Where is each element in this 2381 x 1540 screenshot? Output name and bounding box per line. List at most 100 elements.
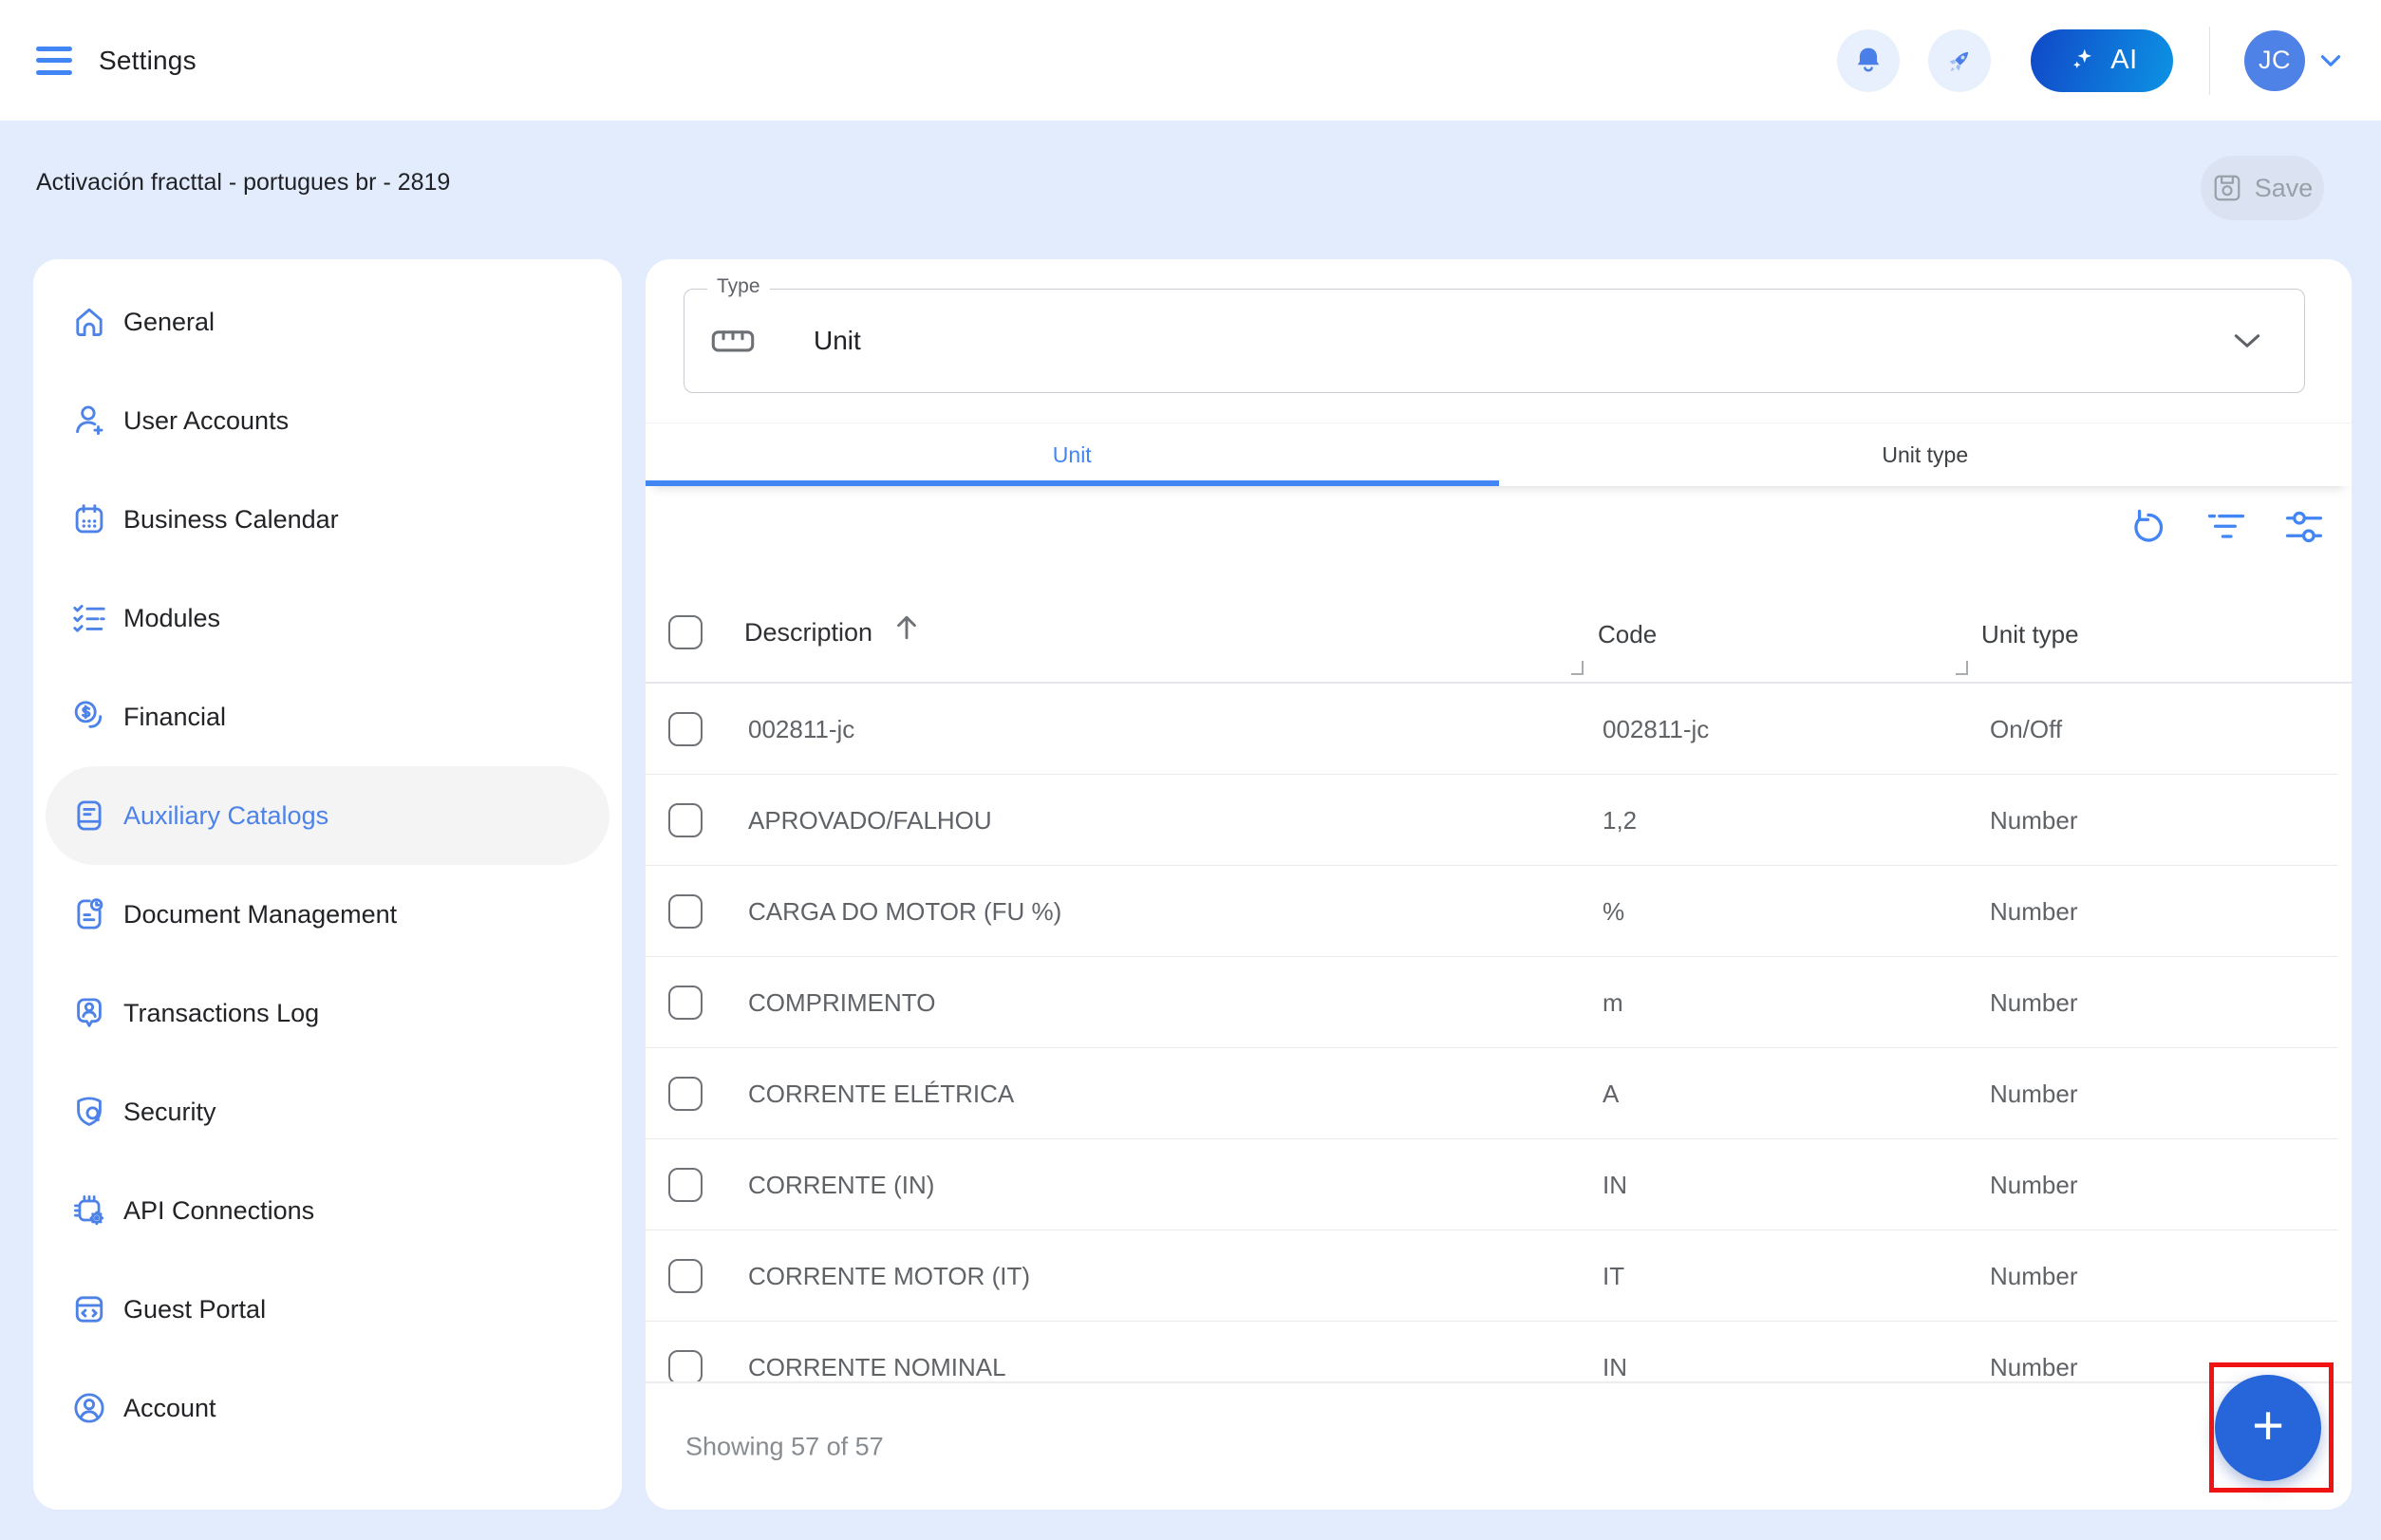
- sidebar-item-label: Modules: [123, 603, 221, 632]
- home-icon: [71, 304, 107, 340]
- column-header-description[interactable]: Description: [744, 618, 872, 648]
- sidebar-item-document-management[interactable]: Document Management: [46, 865, 609, 964]
- column-resize-handle[interactable]: [1571, 661, 1584, 675]
- sidebar-item-label: Transactions Log: [123, 998, 320, 1027]
- tab-unit-type[interactable]: Unit type: [1499, 423, 2353, 486]
- column-header-unit-type[interactable]: Unit type: [1981, 620, 2079, 649]
- row-checkbox[interactable]: [668, 1350, 703, 1381]
- table-row[interactable]: CARGA DO MOTOR (FU %) % Number: [646, 866, 2352, 957]
- tab-unit[interactable]: Unit: [646, 423, 1499, 486]
- sidebar-item-label: Account: [123, 1393, 216, 1422]
- sidebar-item-security[interactable]: Security: [46, 1062, 609, 1161]
- table-row[interactable]: APROVADO/FALHOU 1,2 Number: [646, 775, 2352, 866]
- page-title: Settings: [99, 45, 197, 75]
- cell-code: 1,2: [1603, 806, 1638, 835]
- sidebar-item-user-accounts[interactable]: User Accounts: [46, 371, 609, 470]
- auxiliary-catalogs-panel: Type Unit Unit Unit type Description Cod…: [646, 259, 2352, 1510]
- cell-description: CORRENTE (IN): [748, 1171, 935, 1199]
- row-checkbox[interactable]: [668, 986, 703, 1020]
- row-checkbox[interactable]: [668, 712, 703, 746]
- table-row[interactable]: CORRENTE (IN) IN Number: [646, 1139, 2352, 1230]
- ai-assistant-button[interactable]: AI: [2031, 28, 2173, 92]
- cell-unit-type: On/Off: [1990, 715, 2063, 743]
- sidebar-item-label: API Connections: [123, 1195, 315, 1225]
- table-row[interactable]: CORRENTE NOMINAL IN Number: [646, 1322, 2352, 1381]
- row-checkbox[interactable]: [668, 894, 703, 929]
- avatar[interactable]: JC: [2244, 29, 2305, 91]
- save-button[interactable]: Save: [2201, 156, 2324, 220]
- table-row[interactable]: 002811-jc 002811-jc On/Off: [646, 684, 2352, 775]
- sidebar-item-modules[interactable]: Modules: [46, 569, 609, 667]
- sidebar-item-transactions-log[interactable]: Transactions Log: [46, 964, 609, 1062]
- sidebar-item-guest-portal[interactable]: Guest Portal: [46, 1260, 609, 1359]
- filter-icon[interactable]: [2207, 508, 2245, 546]
- sidebar-item-label: Document Management: [123, 899, 398, 929]
- row-checkbox[interactable]: [668, 1077, 703, 1111]
- ruler-icon: [711, 326, 755, 356]
- save-button-label: Save: [2254, 173, 2314, 202]
- column-header-code[interactable]: Code: [1598, 620, 1657, 649]
- unit-table-body: 002811-jc 002811-jc On/Off APROVADO/FALH…: [646, 684, 2352, 1381]
- rocket-icon: [1942, 44, 1977, 78]
- cell-code: IN: [1603, 1353, 1627, 1381]
- cell-unit-type: Number: [1990, 1262, 2078, 1290]
- cell-unit-type: Number: [1990, 897, 2078, 926]
- cell-code: m: [1603, 988, 1623, 1017]
- cell-unit-type: Number: [1990, 1080, 2078, 1108]
- add-button[interactable]: +: [2215, 1375, 2321, 1481]
- cell-description: COMPRIMENTO: [748, 988, 936, 1017]
- sort-ascending-icon[interactable]: [894, 611, 919, 642]
- topbar-divider: [2209, 26, 2210, 95]
- row-checkbox[interactable]: [668, 1168, 703, 1202]
- cell-description: CARGA DO MOTOR (FU %): [748, 897, 1062, 926]
- dollar-coin-icon: [71, 699, 107, 735]
- cell-code: IN: [1603, 1171, 1627, 1199]
- select-all-checkbox[interactable]: [668, 615, 703, 649]
- column-resize-handle[interactable]: [1956, 661, 1968, 675]
- sidebar-item-api-connections[interactable]: API Connections: [46, 1161, 609, 1260]
- sidebar-item-label: User Accounts: [123, 405, 290, 435]
- table-row[interactable]: CORRENTE MOTOR (IT) IT Number: [646, 1230, 2352, 1322]
- cell-code: 002811-jc: [1603, 715, 1710, 743]
- type-select-value: Unit: [814, 326, 861, 355]
- table-header: Description Code Unit type: [646, 606, 2352, 684]
- cell-description: 002811-jc: [748, 715, 855, 743]
- refresh-icon[interactable]: [2129, 508, 2167, 546]
- top-app-bar: Settings AI JC: [0, 0, 2381, 121]
- sidebar-item-label: Auxiliary Catalogs: [123, 800, 329, 830]
- cell-code: IT: [1603, 1262, 1625, 1290]
- sidebar-item-financial[interactable]: Financial: [46, 667, 609, 766]
- topbar-actions: AI JC: [1809, 26, 2381, 95]
- cell-unit-type: Number: [1990, 1353, 2078, 1381]
- row-count-label: Showing 57 of 57: [685, 1432, 884, 1460]
- chevron-down-icon: [2234, 333, 2260, 348]
- notifications-button[interactable]: [1837, 28, 1900, 92]
- row-checkbox[interactable]: [668, 1259, 703, 1293]
- sidebar-item-business-calendar[interactable]: Business Calendar: [46, 470, 609, 569]
- table-toolbar: [2129, 508, 2323, 546]
- sidebar-item-account[interactable]: Account: [46, 1359, 609, 1457]
- sidebar-item-auxiliary-catalogs[interactable]: Auxiliary Catalogs: [46, 766, 609, 865]
- sidebar-item-label: Guest Portal: [123, 1294, 267, 1324]
- row-checkbox[interactable]: [668, 803, 703, 837]
- type-select-label: Type: [707, 275, 770, 298]
- shield-lock-icon: [71, 1094, 107, 1130]
- sidebar-item-general[interactable]: General: [46, 272, 609, 371]
- save-icon: [2212, 173, 2242, 203]
- type-select[interactable]: Type Unit: [684, 275, 2305, 393]
- document-clock-icon: [71, 896, 107, 932]
- cell-description: APROVADO/FALHOU: [748, 806, 992, 835]
- tune-sliders-icon[interactable]: [2285, 508, 2323, 546]
- menu-icon[interactable]: [36, 46, 72, 75]
- catalog-document-icon: [71, 798, 107, 834]
- cell-description: CORRENTE ELÉTRICA: [748, 1080, 1015, 1108]
- cell-unit-type: Number: [1990, 806, 2078, 835]
- cell-description: CORRENTE MOTOR (IT): [748, 1262, 1031, 1290]
- chevron-down-icon[interactable]: [2320, 54, 2341, 67]
- table-row[interactable]: CORRENTE ELÉTRICA A Number: [646, 1048, 2352, 1139]
- cell-unit-type: Number: [1990, 1171, 2078, 1199]
- config-title: Activación fracttal - portugues br - 281…: [36, 169, 451, 196]
- table-row[interactable]: COMPRIMENTO m Number: [646, 957, 2352, 1048]
- whats-new-button[interactable]: [1928, 28, 1991, 92]
- table-footer: Showing 57 of 57: [646, 1381, 2352, 1510]
